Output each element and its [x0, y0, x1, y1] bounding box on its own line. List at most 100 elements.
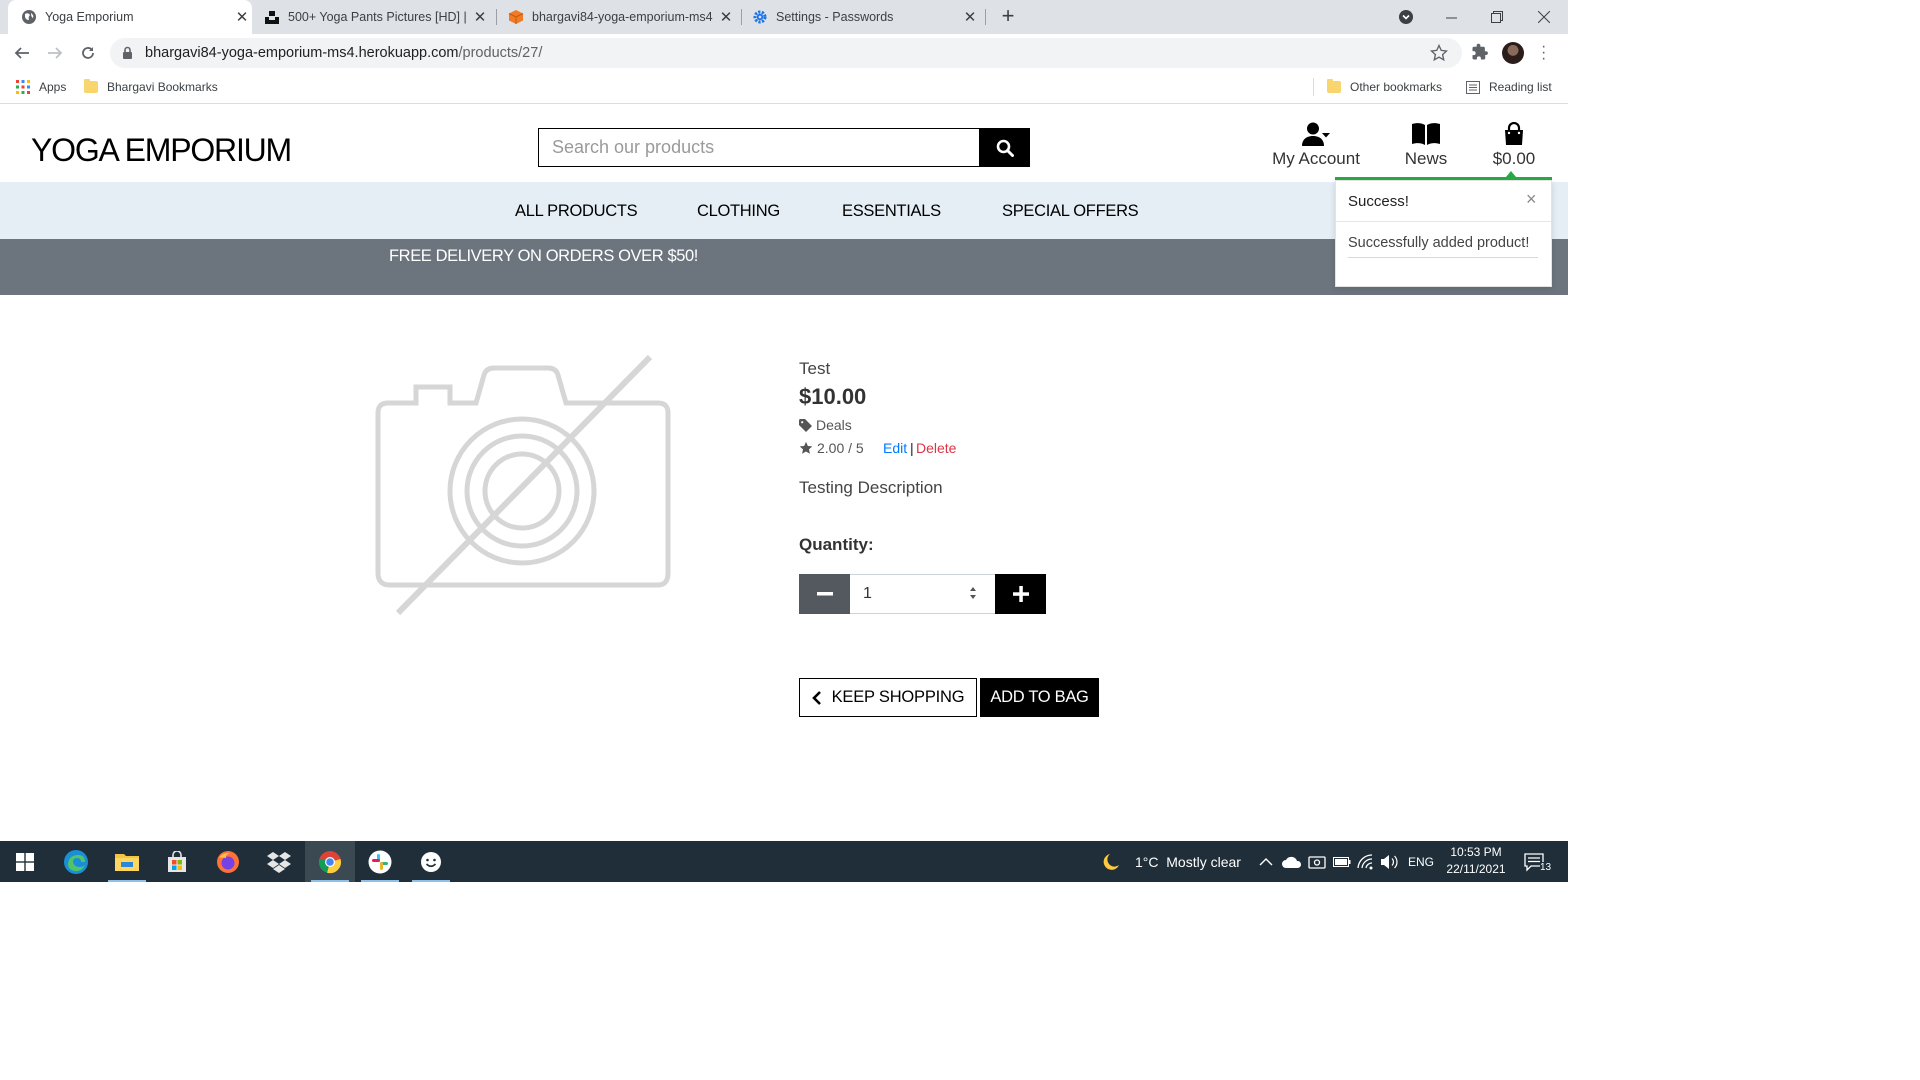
apps-grid-icon — [16, 80, 30, 94]
running-indicator — [361, 880, 399, 882]
tab-title: bhargavi84-yoga-emporium-ms4 — [532, 10, 713, 24]
dropbox-icon[interactable] — [254, 841, 304, 882]
bookmark-star-icon[interactable] — [1430, 44, 1448, 62]
profile-avatar[interactable] — [1502, 42, 1524, 64]
edge-icon[interactable] — [51, 841, 101, 882]
close-tab-icon[interactable]: ✕ — [470, 8, 490, 26]
bookmark-apps[interactable]: Apps — [16, 80, 66, 94]
delivery-banner-text: FREE DELIVERY ON ORDERS OVER $50! — [389, 247, 698, 265]
product-description: Testing Description — [799, 478, 943, 497]
url-host: bhargavi84-yoga-emporium-ms4.herokuapp.c… — [145, 45, 459, 61]
category-label: Deals — [816, 417, 852, 433]
reading-list[interactable]: Reading list — [1466, 80, 1552, 94]
slack-icon[interactable] — [355, 841, 405, 882]
forward-icon[interactable] — [43, 41, 67, 65]
rating-value: 2.00 / 5 — [817, 440, 864, 456]
system-clock[interactable]: 10:53 PM 22/11/2021 — [1436, 844, 1516, 878]
restore-icon[interactable] — [1474, 0, 1520, 34]
chrome-icon[interactable] — [305, 841, 355, 882]
meet-now-icon[interactable] — [1308, 841, 1326, 882]
keep-shopping-button[interactable]: KEEP SHOPPING — [799, 678, 977, 717]
bookmark-other-label: Other bookmarks — [1350, 80, 1443, 94]
file-explorer-icon[interactable] — [102, 841, 152, 882]
tab-yoga-emporium[interactable]: Yoga Emporium ✕ — [8, 0, 252, 34]
minimize-icon[interactable] — [1428, 0, 1474, 34]
tab-separator — [985, 9, 986, 25]
increment-qty-button[interactable] — [995, 574, 1046, 614]
language-indicator[interactable]: ENG — [1408, 841, 1434, 882]
shopping-bag-link[interactable]: $0.00 — [1486, 122, 1542, 169]
chrome-menu-icon[interactable]: · · · — [1541, 39, 1549, 67]
folder-icon — [84, 79, 98, 93]
wifi-icon[interactable] — [1357, 841, 1375, 882]
search-icon — [996, 139, 1014, 157]
lock-icon — [123, 46, 132, 59]
tab-settings-passwords[interactable]: Settings - Passwords ✕ — [752, 0, 980, 34]
tab-title: 500+ Yoga Pants Pictures [HD] | D — [288, 10, 470, 24]
bookmark-other[interactable]: Other bookmarks — [1327, 79, 1443, 94]
spinner-arrows-icon[interactable] — [968, 583, 978, 603]
delete-product-link[interactable]: Delete — [916, 440, 956, 456]
new-tab-icon[interactable]: + — [996, 5, 1020, 29]
back-icon[interactable] — [10, 41, 34, 65]
product-price: $10.00 — [799, 384, 867, 409]
nav-essentials[interactable]: ESSENTIALS — [842, 202, 941, 221]
my-account-link[interactable]: My Account — [1266, 122, 1366, 169]
tab-separator — [496, 9, 497, 25]
main-nav: ALL PRODUCTS CLOTHING ESSENTIALS SPECIAL… — [0, 182, 1568, 239]
toast-divider — [1336, 221, 1551, 222]
book-open-icon — [1412, 123, 1440, 145]
bookmark-folder-bhargavi[interactable]: Bhargavi Bookmarks — [84, 79, 218, 94]
search-button[interactable] — [979, 128, 1030, 167]
onedrive-cloud-icon[interactable] — [1282, 841, 1302, 882]
show-hidden-icons-chevron-icon[interactable] — [1259, 841, 1273, 882]
tab-title: Yoga Emporium — [45, 10, 134, 24]
site-logo[interactable]: YOGA EMPORIUM — [31, 132, 292, 169]
firefox-icon[interactable] — [203, 841, 253, 882]
nav-special-offers[interactable]: SPECIAL OFFERS — [1002, 202, 1139, 221]
minus-icon — [816, 592, 833, 596]
clock-date: 22/11/2021 — [1446, 862, 1506, 876]
battery-icon[interactable] — [1333, 841, 1351, 882]
reload-icon[interactable] — [76, 41, 100, 65]
close-tab-icon[interactable]: ✕ — [716, 8, 736, 26]
notification-center-icon[interactable]: 13 — [1524, 841, 1552, 882]
close-icon[interactable]: × — [1526, 189, 1537, 210]
toast-title: Success! — [1348, 193, 1409, 210]
news-link[interactable]: News — [1400, 122, 1452, 169]
close-window-icon[interactable] — [1521, 0, 1567, 34]
tab-yoga-pants-pictures[interactable]: 500+ Yoga Pants Pictures [HD] | D ✕ — [262, 0, 490, 34]
address-bar[interactable]: bhargavi84-yoga-emporium-ms4.herokuapp.c… — [110, 38, 1462, 68]
keep-shopping-label: KEEP SHOPPING — [831, 688, 965, 706]
extensions-puzzle-icon[interactable] — [1471, 43, 1489, 61]
reading-list-icon — [1466, 80, 1480, 94]
my-account-label: My Account — [1272, 149, 1360, 168]
url-text: bhargavi84-yoga-emporium-ms4.herokuapp.c… — [145, 45, 542, 61]
weather-widget[interactable]: 1°C Mostly clear — [1101, 841, 1241, 882]
running-indicator — [108, 880, 146, 882]
chevron-left-icon — [811, 690, 821, 705]
shopping-bag-icon — [1505, 122, 1523, 145]
smiley-app-icon[interactable] — [406, 841, 456, 882]
no-image-placeholder — [375, 355, 671, 616]
nav-clothing[interactable]: CLOTHING — [697, 202, 780, 221]
news-label: News — [1404, 149, 1448, 168]
add-to-bag-button[interactable]: ADD TO BAG — [980, 678, 1099, 717]
edit-product-link[interactable]: Edit — [883, 440, 907, 456]
microsoft-store-icon[interactable] — [152, 841, 202, 882]
nav-all-products[interactable]: ALL PRODUCTS — [515, 202, 638, 221]
search-input[interactable] — [538, 128, 980, 167]
globe-icon — [22, 10, 36, 24]
tab-heroku-app[interactable]: bhargavi84-yoga-emporium-ms4 ✕ — [508, 0, 736, 34]
volume-icon[interactable] — [1380, 841, 1398, 882]
bookmarks-separator — [1313, 78, 1314, 96]
decrement-qty-button[interactable] — [799, 574, 850, 614]
close-tab-icon[interactable]: ✕ — [960, 8, 980, 26]
start-icon[interactable] — [0, 841, 50, 882]
close-tab-icon[interactable]: ✕ — [232, 8, 252, 26]
folder-icon — [1327, 79, 1341, 93]
product-category[interactable]: Deals — [799, 417, 852, 433]
clock-time: 10:53 PM — [1450, 845, 1502, 859]
product-rating: 2.00 / 5 — [799, 440, 864, 456]
tab-search-icon[interactable] — [1383, 0, 1429, 34]
